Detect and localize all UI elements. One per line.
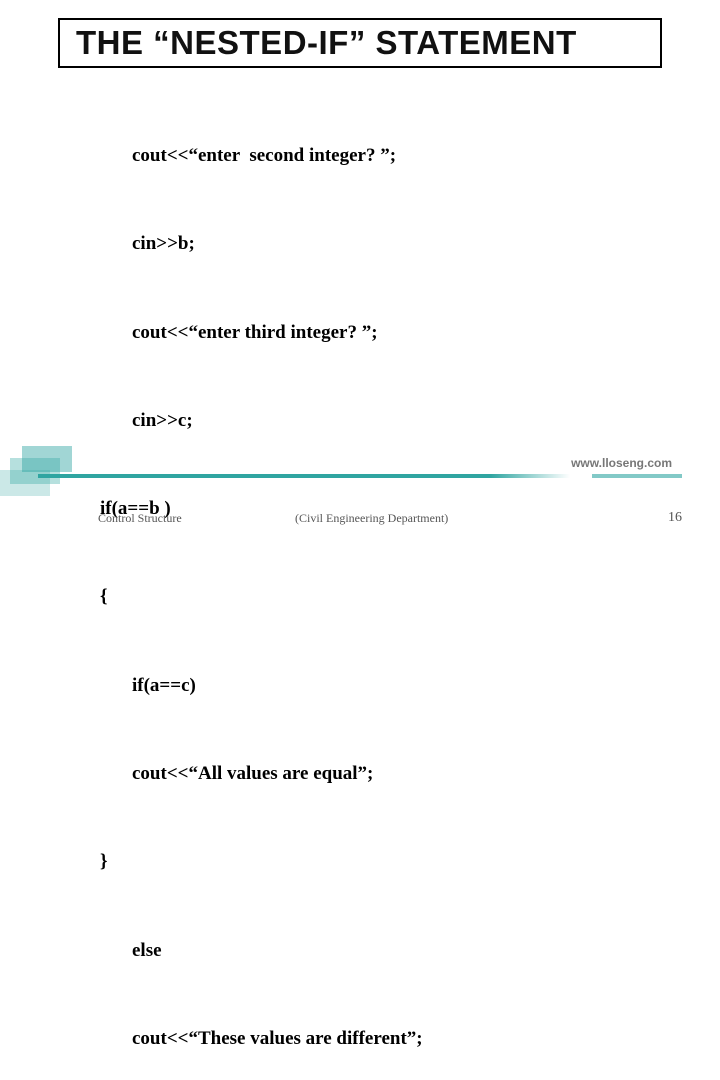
code-line: cout<<“enter second integer? ”; xyxy=(100,141,682,170)
divider xyxy=(38,474,570,478)
code-line: cout<<“All values are equal”; xyxy=(100,759,682,788)
page-number: 16 xyxy=(668,510,682,526)
divider-accent xyxy=(592,474,682,478)
footer: Control Structure (Civil Engineering Dep… xyxy=(0,500,720,530)
footer-department: (Civil Engineering Department) xyxy=(295,511,448,526)
code-line: cout<<“These values are different”; xyxy=(100,1024,682,1053)
footer-section: Control Structure xyxy=(98,511,182,526)
code-listing: cout<<“enter second integer? ”; cin>>b; … xyxy=(100,82,682,1080)
source-url: www.lloseng.com xyxy=(571,456,672,470)
code-line: else xyxy=(100,936,682,965)
title-container: THE “NESTED-IF” STATEMENT xyxy=(58,18,662,68)
code-line: cout<<“enter third integer? ”; xyxy=(100,318,682,347)
code-line: cin>>b; xyxy=(100,229,682,258)
slide: THE “NESTED-IF” STATEMENT cout<<“enter s… xyxy=(0,0,720,540)
code-line: cin>>c; xyxy=(100,406,682,435)
code-line: if(a==c) xyxy=(100,671,682,700)
code-line: { xyxy=(100,582,682,611)
code-line: } xyxy=(100,847,682,876)
corner-decoration xyxy=(0,440,80,500)
slide-title: THE “NESTED-IF” STATEMENT xyxy=(76,24,644,62)
